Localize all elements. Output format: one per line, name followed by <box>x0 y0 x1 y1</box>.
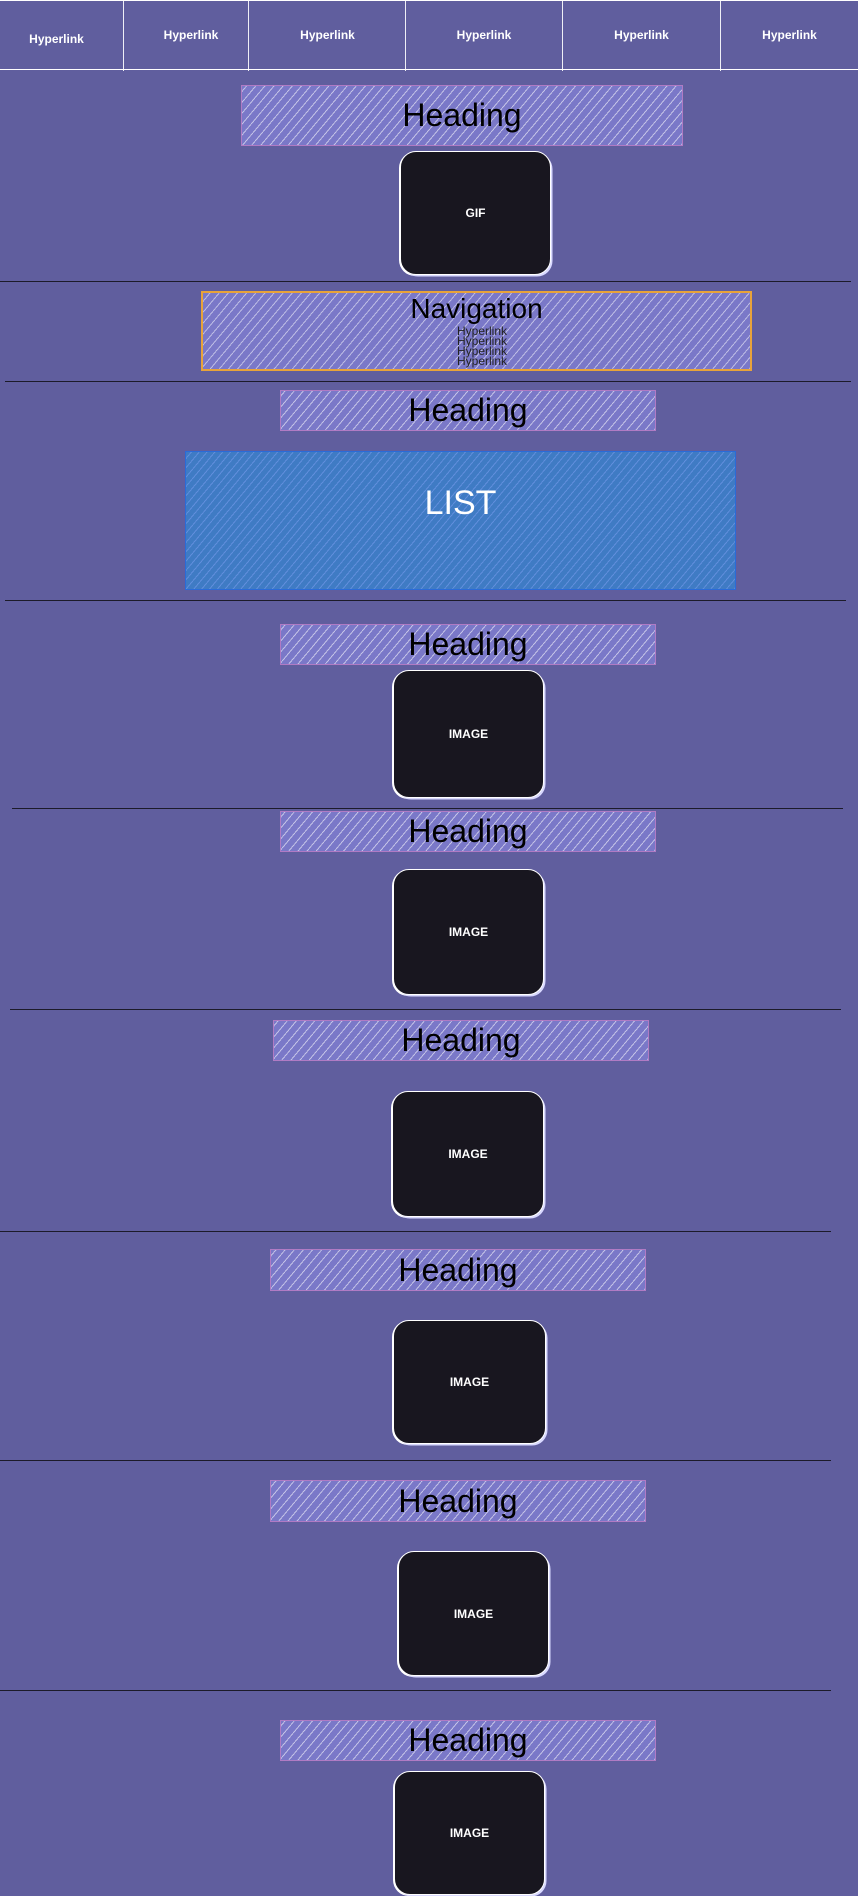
nav-link-2[interactable]: Hyperlink <box>124 1 258 69</box>
section-divider <box>5 381 851 382</box>
section-divider <box>0 1231 831 1232</box>
top-nav: Hyperlink Hyperlink Hyperlink Hyperlink … <box>0 0 858 73</box>
navigation-links: Hyperlink Hyperlink Hyperlink Hyperlink <box>457 325 507 367</box>
image-placeholder: IMAGE <box>393 670 544 798</box>
image-placeholder: IMAGE <box>392 1091 544 1217</box>
section-divider <box>0 1460 831 1461</box>
image-placeholder: IMAGE <box>398 1551 549 1676</box>
section-heading: Heading <box>241 85 683 146</box>
list-label: LIST <box>424 484 497 522</box>
navigation-box: Navigation Hyperlink Hyperlink Hyperlink… <box>201 291 752 371</box>
section-heading: Heading <box>280 390 656 431</box>
image-placeholder: IMAGE <box>393 869 544 995</box>
section-divider <box>12 808 843 809</box>
image-placeholder: IMAGE <box>394 1771 545 1895</box>
section-heading: Heading <box>280 811 656 852</box>
section-heading: Heading <box>270 1249 646 1291</box>
section-heading: Heading <box>270 1480 646 1522</box>
section-divider <box>5 600 846 601</box>
nav-link-6[interactable]: Hyperlink <box>721 1 858 69</box>
navigation-link[interactable]: Hyperlink <box>457 355 507 367</box>
section-heading: Heading <box>280 1720 656 1761</box>
section-divider <box>0 281 851 282</box>
nav-link-5[interactable]: Hyperlink <box>563 1 720 69</box>
list-placeholder: LIST <box>185 451 736 590</box>
section-divider <box>0 1690 831 1691</box>
nav-link-4[interactable]: Hyperlink <box>406 1 562 69</box>
section-heading: Heading <box>280 624 656 665</box>
navigation-title: Navigation <box>410 293 543 324</box>
section-heading: Heading <box>273 1020 649 1061</box>
nav-link-3[interactable]: Hyperlink <box>249 1 406 69</box>
nav-link-1[interactable]: Hyperlink <box>0 5 113 73</box>
gif-placeholder: GIF <box>400 151 551 275</box>
image-placeholder: IMAGE <box>393 1320 546 1444</box>
section-divider <box>10 1009 841 1010</box>
